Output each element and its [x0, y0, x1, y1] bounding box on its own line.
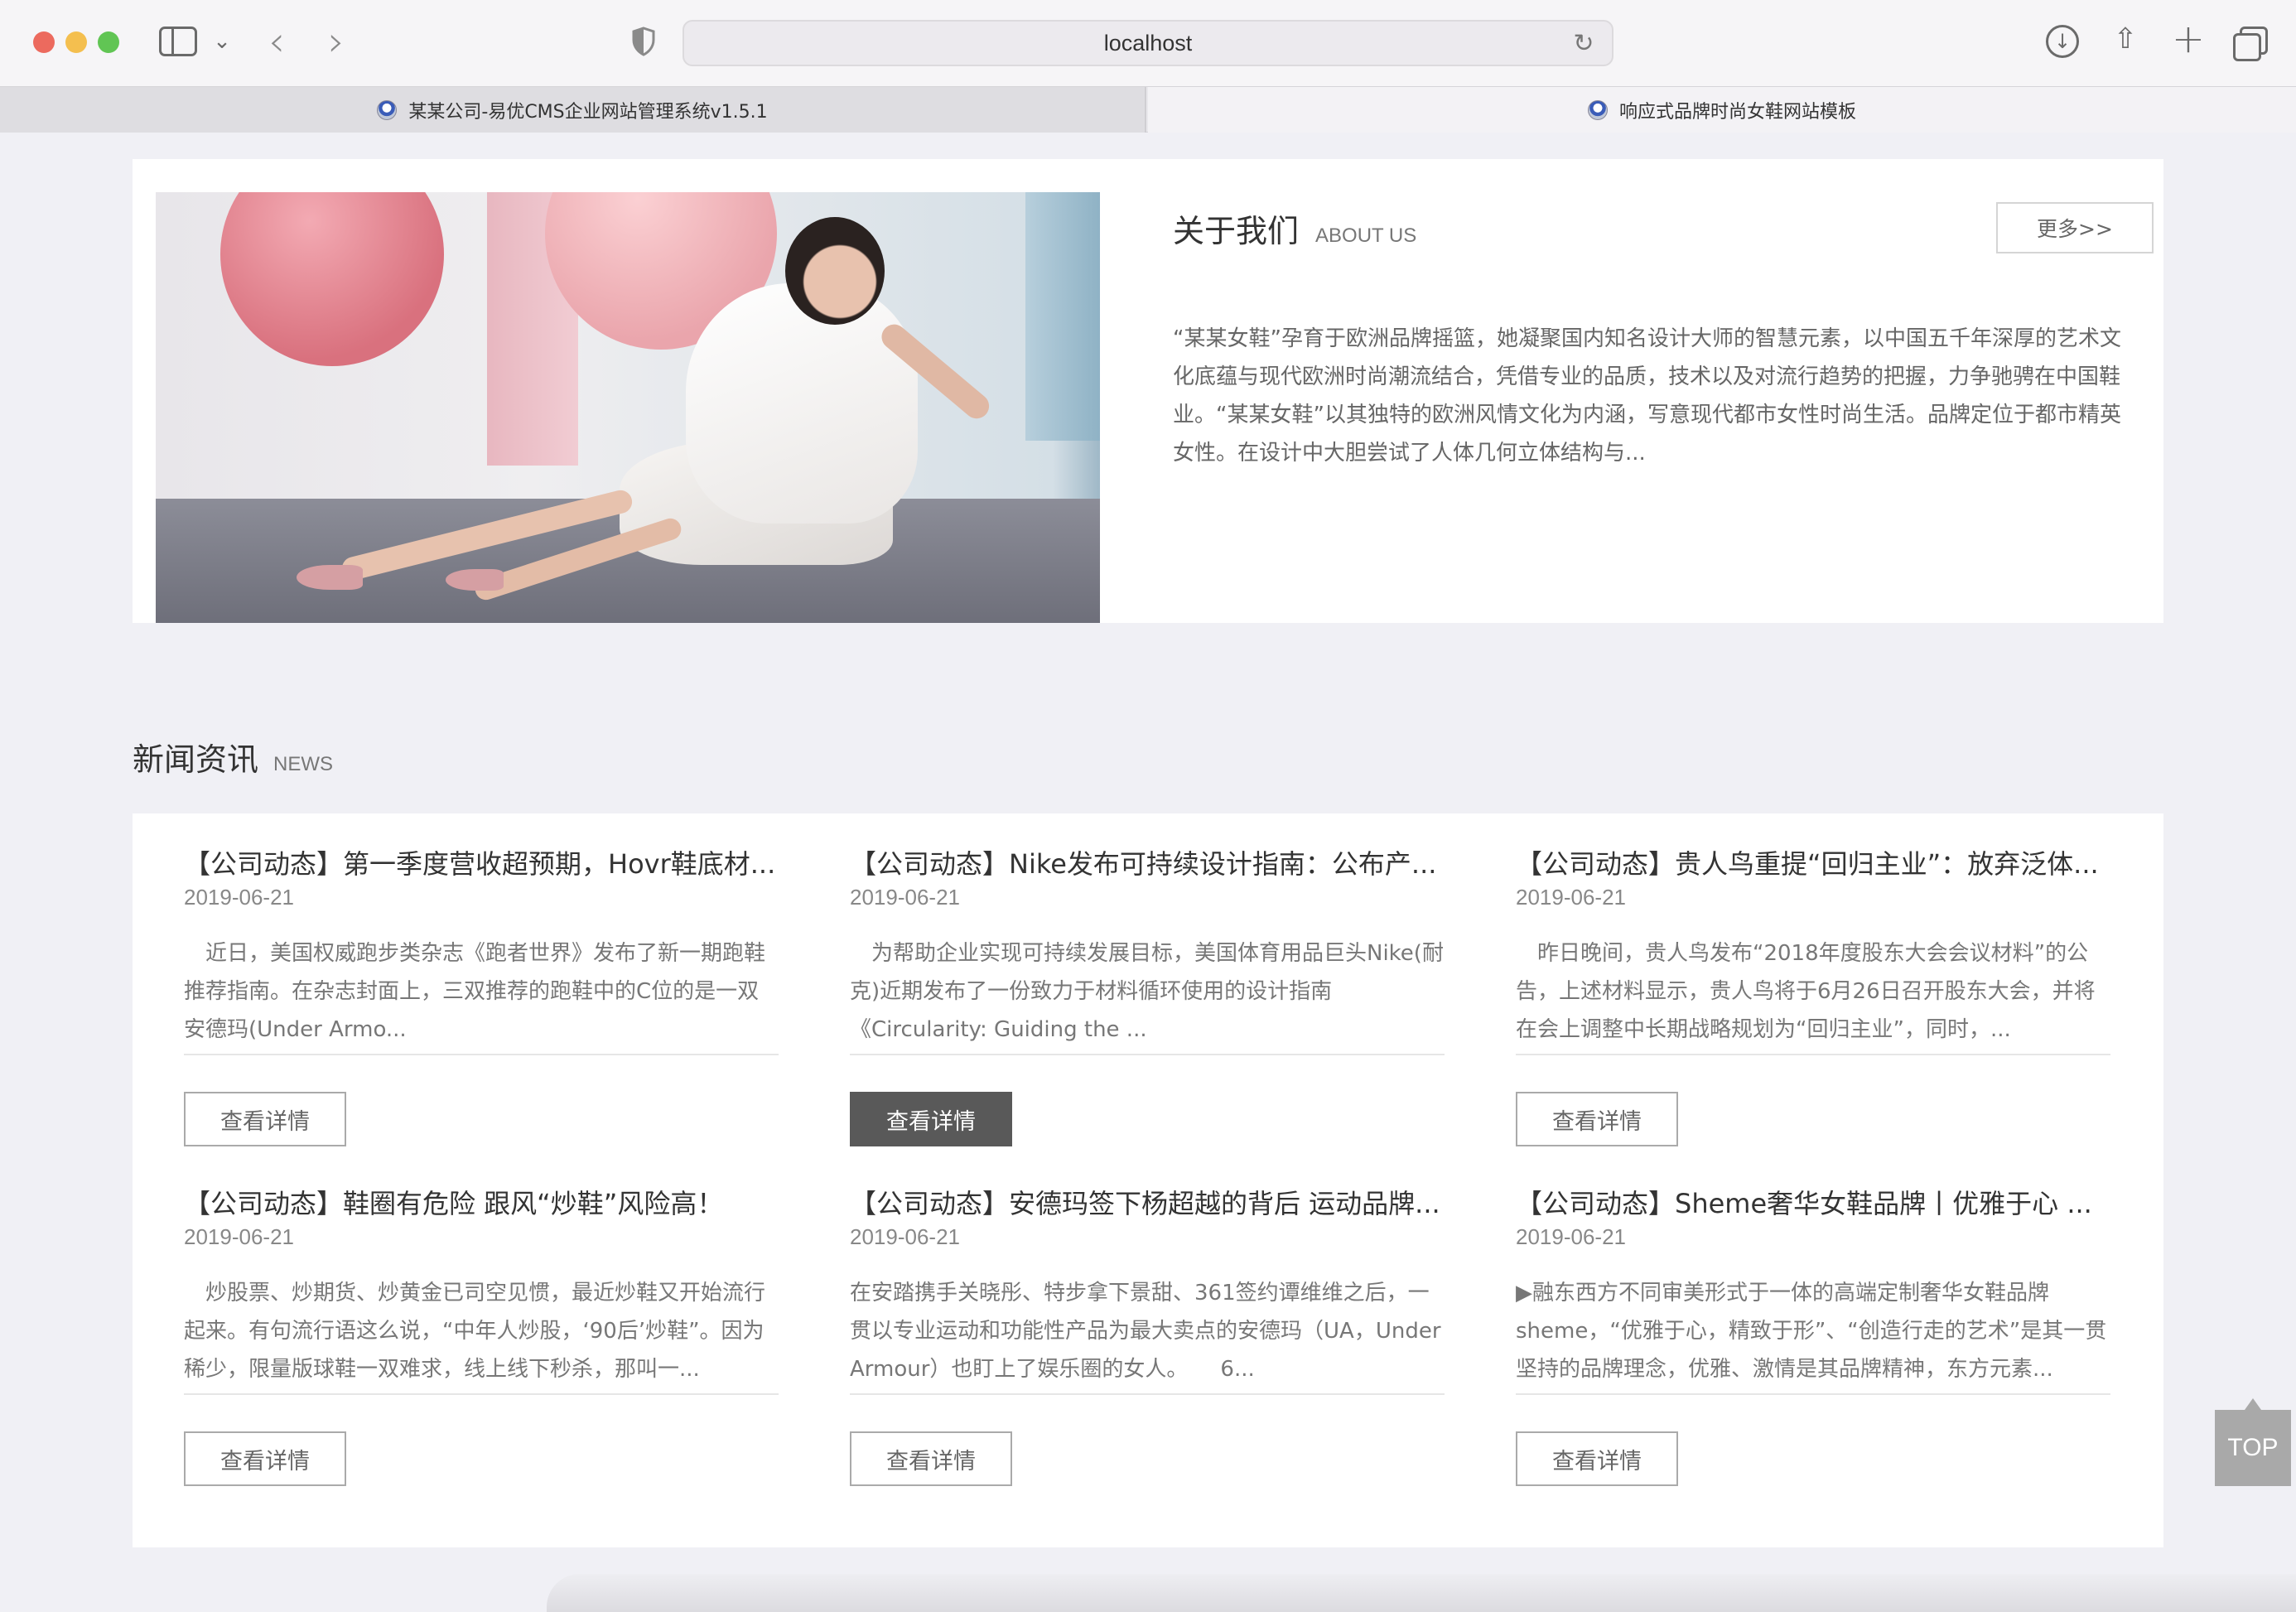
- pink-balloon: [220, 192, 444, 366]
- forward-arrow-icon[interactable]: ›: [320, 17, 353, 65]
- address-bar[interactable]: localhost ↻: [683, 20, 1613, 66]
- view-details-button[interactable]: 查看详情: [850, 1092, 1012, 1146]
- news-card-title[interactable]: 【公司动态】安德玛签下杨超越的背后 运动品牌...: [850, 1183, 1445, 1221]
- news-card-date: 2019-06-21: [184, 885, 294, 910]
- site-favicon-icon: [377, 99, 398, 120]
- news-card-summary: 昨日晚间，贵人鸟发布“2018年度股东大会会议材料”的公告，上述材料显示，贵人鸟…: [1516, 941, 2096, 1042]
- news-card-title[interactable]: 【公司动态】贵人鸟重提“回归主业”：放弃泛体...: [1516, 843, 2110, 881]
- news-card-title[interactable]: 【公司动态】第一季度营收超预期，Hovr鞋底材...: [184, 843, 779, 881]
- share-icon[interactable]: ⇧: [2109, 18, 2142, 60]
- about-title-en: ABOUT US: [1315, 224, 1417, 247]
- news-card-summary: 近日，美国权威跑步类杂志《跑者世界》发布了新一期跑鞋推荐指南。在杂志封面上，三双…: [184, 941, 766, 1042]
- divider: [1516, 1054, 2110, 1055]
- tab-overview-icon[interactable]: [2233, 27, 2268, 61]
- divider: [184, 1054, 779, 1055]
- privacy-shield-icon[interactable]: [629, 25, 658, 58]
- news-card: 【公司动态】安德玛签下杨超越的背后 运动品牌... 2019-06-21 在安踏…: [850, 1153, 1445, 1486]
- divider: [850, 1054, 1445, 1055]
- zoom-window-button[interactable]: [98, 31, 119, 53]
- sidebar-toggle-icon[interactable]: [159, 27, 197, 56]
- view-details-button[interactable]: 查看详情: [1516, 1092, 1678, 1146]
- news-card-date: 2019-06-21: [850, 1224, 960, 1249]
- back-to-top-button[interactable]: TOP: [2215, 1398, 2291, 1486]
- news-card: 【公司动态】Nike发布可持续设计指南：公布产... 2019-06-21 为帮…: [850, 813, 1445, 1146]
- news-card: 【公司动态】第一季度营收超预期，Hovr鞋底材... 2019-06-21 近日…: [184, 813, 779, 1146]
- about-section: 关于我们 ABOUT US 更多>> “某某女鞋”孕育于欧洲品牌摇篮，她凝聚国内…: [133, 159, 2163, 623]
- news-title-en: NEWS: [273, 753, 334, 775]
- news-card: 【公司动态】鞋圈有危险 跟风“炒鞋”风险高！ 2019-06-21 炒股票、炒期…: [184, 1153, 779, 1486]
- chevron-down-icon[interactable]: ⌄: [210, 25, 234, 58]
- news-heading: 新闻资讯 NEWS: [133, 734, 333, 779]
- news-card: 【公司动态】贵人鸟重提“回归主业”：放弃泛体... 2019-06-21 昨日晚…: [1516, 813, 2110, 1146]
- site-favicon-icon: [1587, 99, 1608, 120]
- news-section: 【公司动态】第一季度营收超预期，Hovr鞋底材... 2019-06-21 近日…: [133, 813, 2163, 1547]
- address-text: localhost: [1103, 30, 1193, 56]
- close-window-button[interactable]: [33, 31, 55, 53]
- view-details-button[interactable]: 查看详情: [850, 1431, 1012, 1486]
- news-card-title[interactable]: 【公司动态】Nike发布可持续设计指南：公布产...: [850, 843, 1445, 881]
- bottom-shadow: [547, 1574, 2296, 1612]
- news-card-summary: ▶融东西方不同审美形式于一体的高端定制奢华女鞋品牌sheme，“优雅于心，精致于…: [1516, 1281, 2107, 1382]
- view-details-button[interactable]: 查看详情: [184, 1092, 346, 1146]
- reload-icon[interactable]: ↻: [1570, 30, 1597, 57]
- news-card-date: 2019-06-21: [1516, 1224, 1626, 1249]
- minimize-window-button[interactable]: [65, 31, 87, 53]
- tab-shoe-site[interactable]: 响应式品牌时尚女鞋网站模板: [1148, 87, 2296, 133]
- divider: [1516, 1393, 2110, 1395]
- tab-cms-admin[interactable]: 某某公司-易优CMS企业网站管理系统v1.5.1: [0, 87, 1146, 133]
- new-tab-icon[interactable]: +: [2172, 16, 2205, 62]
- about-title-cn: 关于我们: [1173, 213, 1300, 249]
- model-figure: [686, 283, 918, 524]
- news-card-date: 2019-06-21: [184, 1224, 294, 1249]
- news-title-cn: 新闻资讯: [133, 741, 259, 778]
- divider: [850, 1393, 1445, 1395]
- divider: [184, 1393, 779, 1395]
- news-card-title[interactable]: 【公司动态】鞋圈有危险 跟风“炒鞋”风险高！: [184, 1183, 779, 1221]
- download-icon[interactable]: ↓: [2046, 25, 2079, 58]
- tab-bar: 某某公司-易优CMS企业网站管理系统v1.5.1 响应式品牌时尚女鞋网站模板: [0, 86, 2296, 133]
- back-arrow-icon[interactable]: ‹: [260, 17, 293, 65]
- about-description: “某某女鞋”孕育于欧洲品牌摇篮，她凝聚国内知名设计大师的智慧元素，以中国五千年深…: [1173, 326, 2121, 466]
- news-card-summary: 为帮助企业实现可持续发展目标，美国体育用品巨头Nike(耐克)近期发布了一份致力…: [850, 941, 1444, 1042]
- tab-label: 某某公司-易优CMS企业网站管理系统v1.5.1: [408, 101, 768, 123]
- news-card-summary: 炒股票、炒期货、炒黄金已司空见惯，最近炒鞋又开始流行起来。有句流行语这么说，“中…: [184, 1281, 766, 1382]
- browser-toolbar: ⌄ ‹ › localhost ↻ ↓ ⇧ +: [0, 0, 2296, 86]
- view-details-button[interactable]: 查看详情: [1516, 1431, 1678, 1486]
- news-card: 【公司动态】Sheme奢华女鞋品牌丨优雅于心 ... 2019-06-21 ▶融…: [1516, 1153, 2110, 1486]
- view-details-button[interactable]: 查看详情: [184, 1431, 346, 1486]
- about-heading: 关于我们 ABOUT US: [1173, 205, 1416, 251]
- more-button[interactable]: 更多>>: [1996, 202, 2154, 253]
- news-card-date: 2019-06-21: [850, 885, 960, 910]
- news-card-title[interactable]: 【公司动态】Sheme奢华女鞋品牌丨优雅于心 ...: [1516, 1183, 2110, 1221]
- tab-label: 响应式品牌时尚女鞋网站模板: [1618, 101, 1856, 123]
- about-hero-image: [156, 192, 1100, 623]
- news-card-summary: 在安踏携手关晓彤、特步拿下景甜、361签约谭维维之后，一贯以专业运动和功能性产品…: [850, 1281, 1441, 1382]
- news-card-date: 2019-06-21: [1516, 885, 1626, 910]
